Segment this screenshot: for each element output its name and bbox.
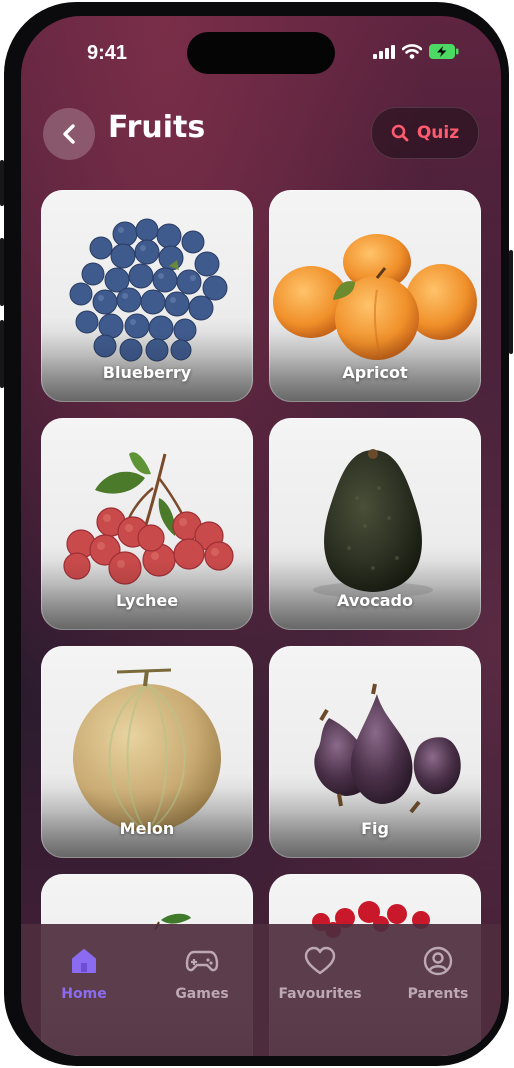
tab-favourites[interactable]: Favourites [265, 944, 375, 1002]
fruit-name: Lychee [115, 591, 179, 610]
user-circle-icon [423, 946, 453, 976]
fruit-card-blueberry[interactable]: Blueberry [41, 190, 253, 402]
quiz-button[interactable]: Quiz [371, 107, 479, 159]
quiz-label: Quiz [416, 123, 460, 143]
screen: 9:41 Fruits Quiz Blueberry Apricot Lyche… [21, 16, 501, 1056]
fruit-card-avocado[interactable]: Avocado [269, 418, 481, 630]
volume-up-button [0, 238, 4, 306]
tab-label: Games [175, 986, 229, 1002]
fruit-name: Melon [119, 819, 175, 838]
wifi-icon [402, 44, 422, 59]
volume-down-button [0, 320, 4, 388]
tab-label: Home [61, 986, 107, 1002]
page-title: Fruits [108, 110, 206, 145]
fruit-name: Avocado [337, 591, 413, 610]
tab-parents[interactable]: Parents [383, 944, 493, 1002]
chevron-left-icon [63, 124, 75, 144]
search-icon [391, 124, 409, 142]
fruit-card-apricot[interactable]: Apricot [269, 190, 481, 402]
fruit-name: Fig [361, 819, 389, 838]
bottom-tab-bar: Home Games Favourites Parents [21, 924, 501, 1056]
back-button[interactable] [43, 108, 95, 160]
fruit-card-lychee[interactable]: Lychee [41, 418, 253, 630]
tab-label: Favourites [278, 986, 362, 1002]
action-button [0, 160, 4, 206]
fruit-card-fig[interactable]: Fig [269, 646, 481, 858]
fruit-name: Apricot [342, 363, 408, 382]
tab-games[interactable]: Games [147, 944, 257, 1002]
status-icons [373, 44, 459, 59]
fruit-card-melon[interactable]: Melon [41, 646, 253, 858]
status-time: 9:41 [87, 42, 128, 64]
signal-icon [373, 44, 395, 59]
home-icon [72, 949, 96, 973]
heart-icon [304, 946, 336, 975]
gamepad-icon [185, 950, 219, 972]
fruit-name: Blueberry [102, 363, 192, 382]
battery-charging-icon [429, 44, 459, 59]
power-button [509, 250, 513, 354]
tab-home[interactable]: Home [29, 944, 139, 1002]
dynamic-island [187, 32, 335, 74]
tab-label: Parents [407, 986, 469, 1002]
phone-frame: 9:41 Fruits Quiz Blueberry Apricot Lyche… [0, 2, 513, 1066]
